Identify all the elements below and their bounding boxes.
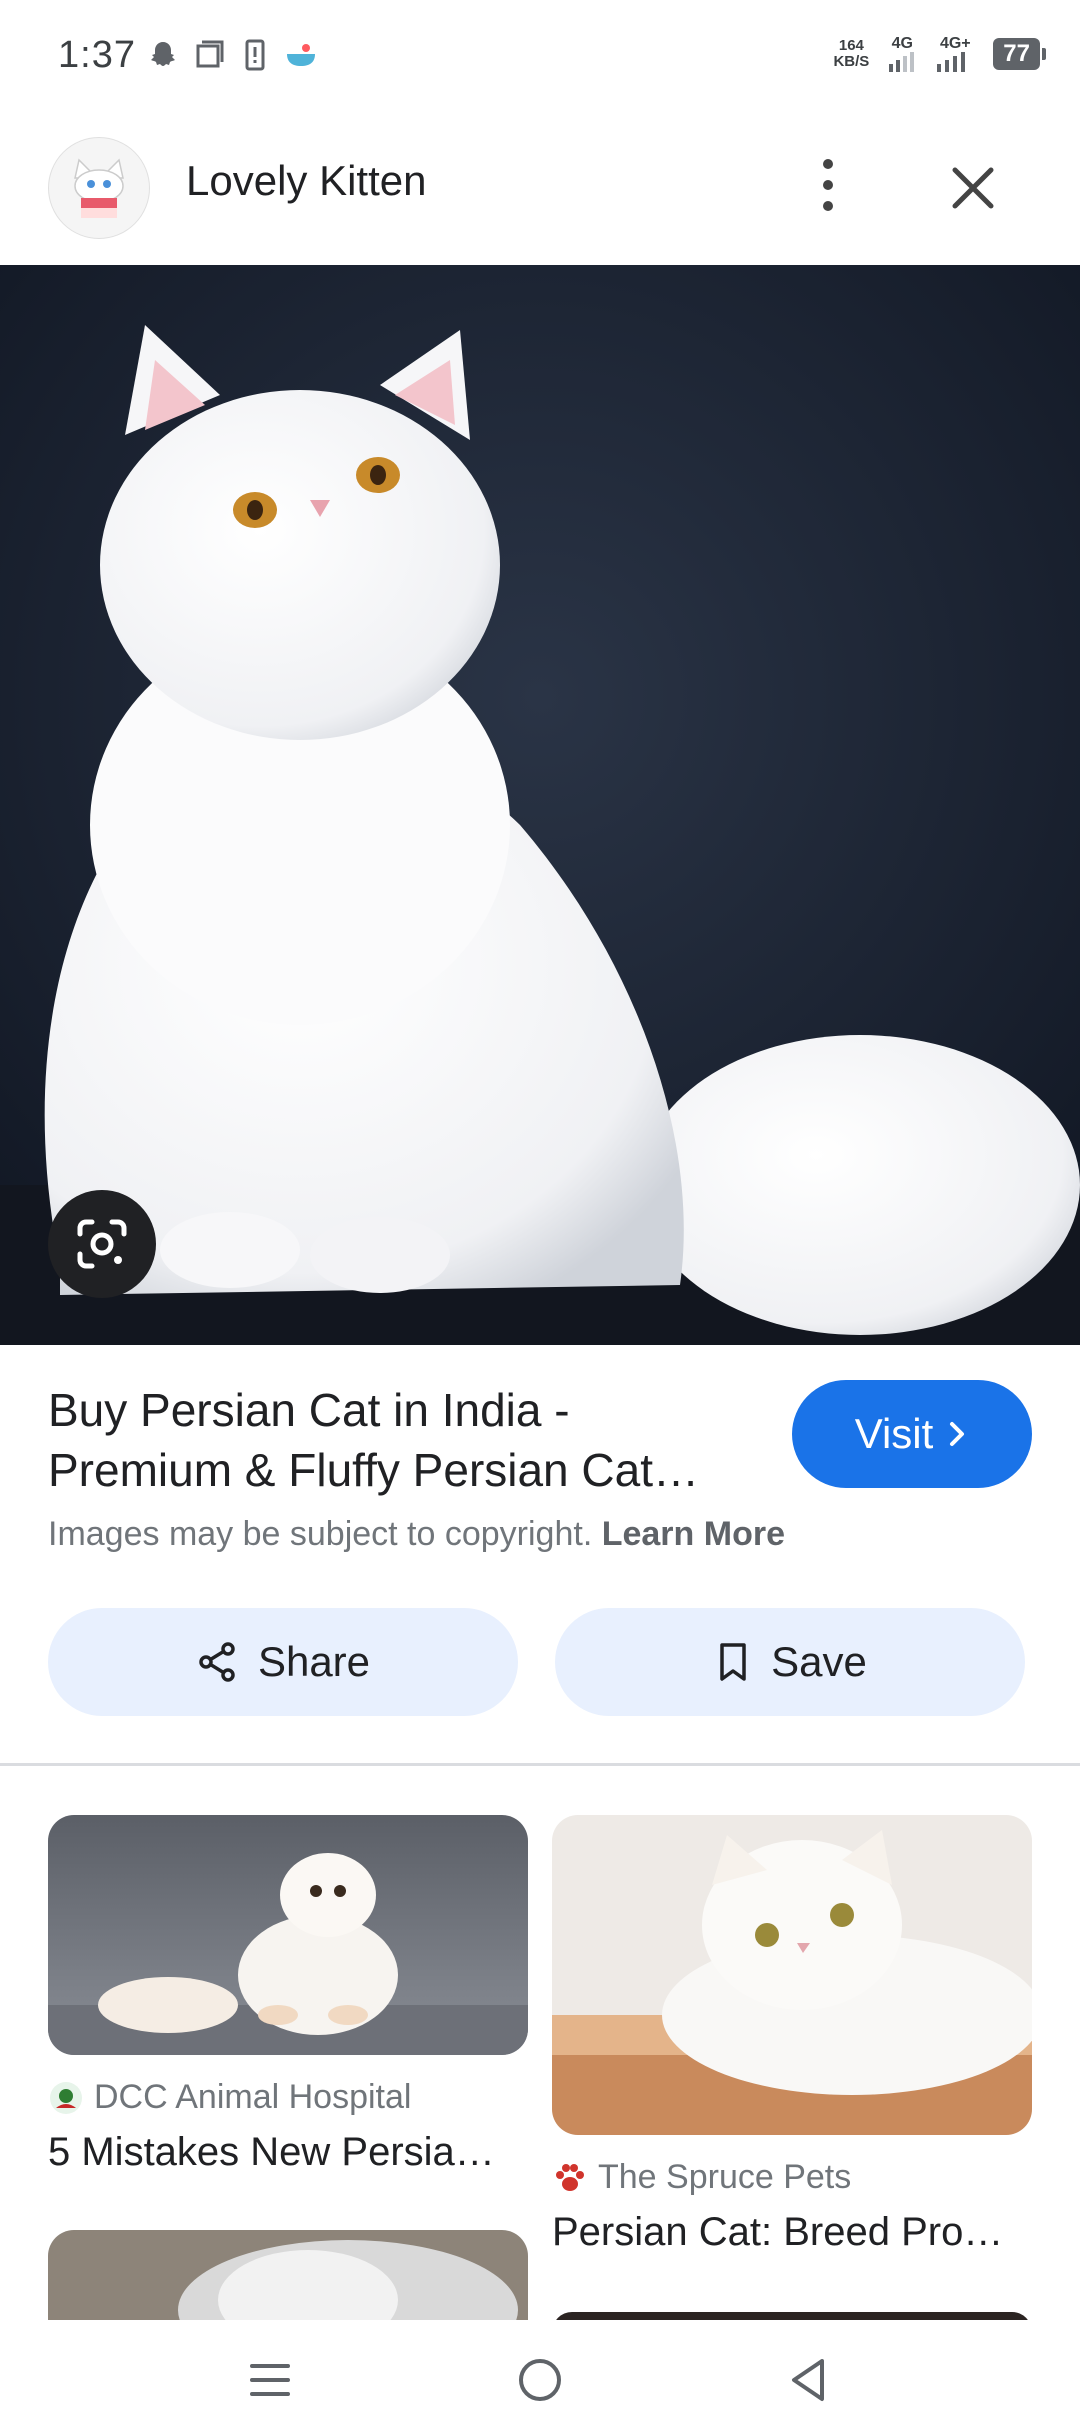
network-speed: 164 KB/S xyxy=(833,37,870,70)
chevron-right-icon xyxy=(950,1422,965,1446)
site-avatar xyxy=(48,137,150,239)
screen-icon xyxy=(196,40,224,68)
related-source-label: DCC Animal Hospital xyxy=(94,2078,412,2116)
page-title: Lovely Kitten xyxy=(186,157,427,204)
visit-label: Visit xyxy=(854,1410,934,1457)
section-divider xyxy=(0,1763,1080,1766)
back-triangle-icon xyxy=(792,2359,824,2401)
bookmark-icon xyxy=(720,1643,746,1681)
related-image-3[interactable] xyxy=(48,2230,528,2320)
lens-icon xyxy=(77,1219,127,1269)
save-label: Save xyxy=(771,1638,867,1685)
more-vert-dot xyxy=(823,201,833,211)
related-source-2[interactable]: The Spruce Pets xyxy=(552,2158,851,2197)
kitten-logo-icon xyxy=(74,158,124,218)
dcc-favicon-icon xyxy=(50,2081,82,2114)
related-image-1[interactable] xyxy=(48,1815,528,2055)
related-source-1[interactable]: DCC Animal Hospital xyxy=(48,2078,411,2117)
bath-icon xyxy=(287,44,315,66)
home-button[interactable] xyxy=(505,2345,575,2415)
close-icon[interactable] xyxy=(945,160,1001,216)
result-title[interactable]: Buy Persian Cat in India - Premium & Flu… xyxy=(48,1380,748,1500)
status-time: 1:37 xyxy=(58,34,136,76)
menu-icon xyxy=(250,2364,290,2396)
phone-alert-icon xyxy=(245,39,265,71)
more-vert-dot xyxy=(823,180,833,190)
share-label: Share xyxy=(257,1638,371,1685)
learn-more-link[interactable]: Learn More xyxy=(602,1515,785,1553)
signal-icon xyxy=(889,52,915,72)
snapchat-icon xyxy=(151,42,175,66)
related-cat-photo-2 xyxy=(552,1815,1032,2135)
status-notification-icons xyxy=(146,38,318,72)
save-button[interactable]: Save xyxy=(555,1608,1025,1716)
related-title-1[interactable]: 5 Mistakes New Persia… xyxy=(48,2130,528,2175)
visit-button[interactable]: Visit xyxy=(792,1380,1032,1488)
sim2-signal: 4G+ xyxy=(935,36,975,72)
related-cat-photo-3 xyxy=(48,2230,528,2320)
more-options-button[interactable] xyxy=(805,155,851,215)
google-lens-button[interactable] xyxy=(48,1190,156,1298)
persian-cat-photo xyxy=(0,265,1080,1345)
sim1-signal: 4G xyxy=(887,36,917,72)
more-vert-icon xyxy=(823,159,833,169)
copyright-text: Images may be subject to copyright. xyxy=(48,1515,593,1553)
back-button[interactable] xyxy=(773,2345,843,2415)
recents-button[interactable] xyxy=(235,2345,305,2415)
copyright-notice: Images may be subject to copyright. Lear… xyxy=(48,1515,785,1554)
related-image-2[interactable] xyxy=(552,1815,1032,2135)
paw-favicon-icon xyxy=(556,2163,584,2191)
related-title-2[interactable]: Persian Cat: Breed Pro… xyxy=(552,2210,1032,2255)
status-right-group: 164 KB/S 4G 4G+ 77 xyxy=(833,36,1046,72)
share-button[interactable]: Share xyxy=(48,1608,518,1716)
related-cat-photo-1 xyxy=(48,1815,528,2055)
battery-indicator: 77 xyxy=(993,38,1046,70)
signal-icon xyxy=(937,52,966,72)
home-circle-icon xyxy=(519,2359,561,2401)
main-image[interactable] xyxy=(0,265,1080,1345)
related-source-label: The Spruce Pets xyxy=(598,2158,852,2196)
share-icon xyxy=(199,1642,235,1682)
